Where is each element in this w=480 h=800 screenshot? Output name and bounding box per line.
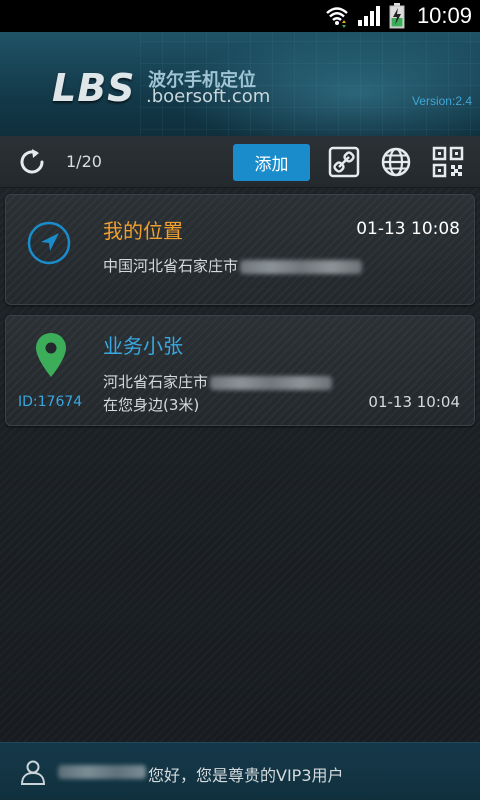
battery-charging-icon <box>389 3 405 29</box>
app-banner: LBS 波尔手机定位 .boersoft.com Version:2.4 <box>0 32 480 136</box>
navigation-arrow-icon <box>26 220 72 266</box>
list-item-my-location[interactable]: 我的位置 01-13 10:08 中国河北省石家庄市 <box>5 194 475 305</box>
location-list: 我的位置 01-13 10:08 中国河北省石家庄市 ID:17674 业务小张… <box>0 188 480 742</box>
clock: 10:09 <box>416 3 472 28</box>
welcome-message: 您好，您是尊贵的VIP3用户 <box>148 766 344 785</box>
signal-icon <box>357 5 381 27</box>
contact-name: 业务小张 <box>103 334 183 358</box>
add-button[interactable]: 添加 <box>233 144 310 181</box>
address-text: 中国河北省石家庄市 <box>103 257 239 275</box>
globe-icon[interactable] <box>380 146 412 178</box>
contact-time: 01-13 10:04 <box>368 393 460 411</box>
redacted-text <box>240 259 363 274</box>
wifi-icon <box>325 4 349 28</box>
toolbar: 1/20 添加 <box>0 136 480 188</box>
location-address: 中国河北省石家庄市 <box>103 255 363 276</box>
location-time: 01-13 10:08 <box>356 219 460 239</box>
page-count: 1/20 <box>66 152 102 171</box>
user-icon[interactable] <box>20 759 46 785</box>
refresh-icon[interactable] <box>16 146 48 178</box>
redacted-username <box>58 765 146 779</box>
version-label: Version:2.4 <box>411 94 472 108</box>
redacted-text <box>210 375 333 390</box>
address-text: 河北省石家庄市 <box>103 373 209 391</box>
contact-address: 河北省石家庄市 <box>103 371 333 392</box>
logo-domain: .boersoft.com <box>146 86 271 107</box>
location-name: 我的位置 <box>103 219 183 243</box>
share-link-icon[interactable] <box>328 146 360 178</box>
contact-distance: 在您身边(3米) <box>103 396 200 414</box>
logo-lbs: LBS <box>52 66 136 110</box>
list-item-contact[interactable]: ID:17674 业务小张 河北省石家庄市 在您身边(3米) 01-13 10:… <box>5 315 475 426</box>
contact-id: ID:17674 <box>18 394 83 410</box>
footer-bar: 您好，您是尊贵的VIP3用户 <box>0 742 480 800</box>
map-pin-icon <box>35 332 67 378</box>
qr-code-icon[interactable] <box>432 146 464 178</box>
status-bar: 10:09 <box>0 0 480 32</box>
